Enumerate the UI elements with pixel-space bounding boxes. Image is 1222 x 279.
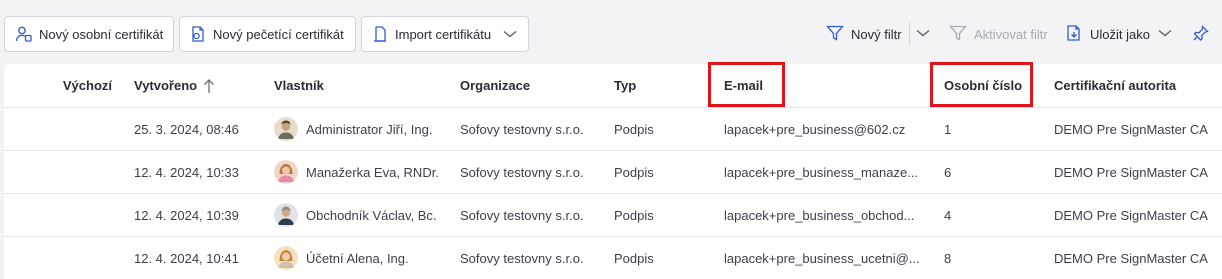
email-cell: lapacek+pre_business_ucetni@... bbox=[724, 237, 924, 279]
new-seal-certificate-label: Nový pečetící certifikát bbox=[213, 26, 344, 42]
new-filter-button[interactable]: Nový filtr bbox=[826, 22, 902, 46]
certificate-authority-cell: DEMO Pre SignMaster CA bbox=[1054, 164, 1208, 180]
email-text: lapacek+pre_business_obchod... bbox=[724, 207, 915, 223]
activate-filter-label: Aktivovat filtr bbox=[974, 26, 1048, 42]
column-header-personal-number[interactable]: Osobní číslo bbox=[944, 64, 1044, 107]
column-header-label: Organizace bbox=[460, 78, 531, 93]
table-row[interactable]: 12. 4. 2024, 10:33 Manažerka Eva, RNDr. … bbox=[4, 151, 1222, 194]
column-header-label: Osobní číslo bbox=[944, 78, 1023, 93]
funnel-icon bbox=[826, 24, 844, 45]
created-cell: 12. 4. 2024, 10:33 bbox=[134, 164, 239, 180]
organization-cell: Sofovy testovny s.r.o. bbox=[460, 164, 584, 180]
organization-cell: Sofovy testovny s.r.o. bbox=[460, 250, 584, 266]
avatar bbox=[274, 117, 298, 141]
column-header-label: Typ bbox=[614, 78, 637, 93]
chevron-down-icon bbox=[915, 25, 931, 44]
column-header-created[interactable]: Vytvořeno bbox=[134, 64, 264, 107]
pin-icon bbox=[1192, 24, 1210, 45]
owner-name: Administrator Jiří, Ing. bbox=[306, 121, 433, 137]
email-cell: lapacek+pre_business@602.cz bbox=[724, 108, 924, 150]
owner-name: Účetní Alena, Ing. bbox=[306, 250, 409, 266]
email-text: lapacek+pre_business@602.cz bbox=[724, 121, 906, 137]
pin-button[interactable] bbox=[1192, 22, 1210, 46]
column-header-email[interactable]: E-mail bbox=[724, 64, 924, 107]
column-header-label: Vlastník bbox=[274, 78, 324, 93]
certificate-authority-cell: DEMO Pre SignMaster CA bbox=[1054, 250, 1208, 266]
owner-cell: Manažerka Eva, RNDr. bbox=[274, 151, 454, 193]
type-cell: Podpis bbox=[614, 207, 654, 223]
certificates-table: Výchozí Vytvořeno Vlastník Organizace Ty… bbox=[4, 64, 1222, 279]
column-header-type[interactable]: Typ bbox=[614, 64, 704, 107]
personal-number-cell: 1 bbox=[944, 121, 952, 137]
certificate-authority-cell: DEMO Pre SignMaster CA bbox=[1054, 121, 1208, 137]
email-text: lapacek+pre_business_manaze... bbox=[724, 164, 919, 180]
import-certificate-label: Import certifikátu bbox=[395, 26, 492, 42]
column-header-label: E-mail bbox=[724, 78, 764, 93]
email-cell: lapacek+pre_business_manaze... bbox=[724, 151, 924, 193]
funnel-disabled-icon bbox=[949, 24, 967, 45]
new-filter-label: Nový filtr bbox=[851, 26, 902, 42]
personal-number-cell: 8 bbox=[944, 250, 952, 266]
activate-filter-button[interactable]: Aktivovat filtr bbox=[949, 22, 1048, 46]
column-header-owner[interactable]: Vlastník bbox=[274, 64, 454, 107]
user-certificate-icon bbox=[14, 24, 34, 44]
import-document-icon bbox=[370, 24, 390, 44]
owner-name: Manažerka Eva, RNDr. bbox=[306, 164, 439, 180]
column-header-organization[interactable]: Organizace bbox=[460, 64, 610, 107]
table-row[interactable]: 25. 3. 2024, 08:46 Administrator Jiří, I… bbox=[4, 108, 1222, 151]
avatar bbox=[274, 246, 298, 270]
new-seal-certificate-button[interactable]: Nový pečetící certifikát bbox=[179, 16, 356, 52]
table-row[interactable]: 12. 4. 2024, 10:41 Účetní Alena, Ing. So… bbox=[4, 237, 1222, 279]
avatar bbox=[274, 203, 298, 227]
column-header-label: Výchozí bbox=[62, 78, 112, 93]
email-text: lapacek+pre_business_ucetni@... bbox=[724, 250, 920, 266]
organization-cell: Sofovy testovny s.r.o. bbox=[460, 121, 584, 137]
filter-menu-toggle[interactable] bbox=[915, 22, 931, 46]
email-cell: lapacek+pre_business_obchod... bbox=[724, 194, 924, 236]
toolbar-divider bbox=[909, 22, 910, 46]
type-cell: Podpis bbox=[614, 250, 654, 266]
save-as-menu-toggle[interactable] bbox=[1157, 22, 1173, 46]
table-header: Výchozí Vytvořeno Vlastník Organizace Ty… bbox=[4, 64, 1222, 108]
type-cell: Podpis bbox=[614, 121, 654, 137]
chevron-down-icon bbox=[500, 24, 520, 44]
created-cell: 25. 3. 2024, 08:46 bbox=[134, 121, 239, 137]
sort-ascending-icon bbox=[203, 78, 215, 94]
new-personal-certificate-label: Nový osobní certifikát bbox=[39, 26, 164, 42]
import-certificate-button[interactable]: Import certifikátu bbox=[361, 16, 529, 52]
save-as-label: Uložit jako bbox=[1090, 26, 1150, 42]
chevron-down-icon bbox=[1157, 25, 1173, 44]
owner-cell: Obchodník Václav, Bc. bbox=[274, 194, 454, 236]
owner-cell: Účetní Alena, Ing. bbox=[274, 237, 454, 279]
new-personal-certificate-button[interactable]: Nový osobní certifikát bbox=[4, 16, 174, 52]
column-header-certificate-authority[interactable]: Certifikační autorita bbox=[1054, 64, 1222, 107]
column-header-default[interactable]: Výchozí bbox=[4, 64, 112, 107]
table-row[interactable]: 12. 4. 2024, 10:39 Obchodník Václav, Bc.… bbox=[4, 194, 1222, 237]
owner-cell: Administrator Jiří, Ing. bbox=[274, 108, 454, 150]
avatar bbox=[274, 160, 298, 184]
seal-document-icon bbox=[188, 24, 208, 44]
column-header-label: Vytvořeno bbox=[134, 78, 198, 93]
save-document-icon bbox=[1065, 24, 1083, 45]
organization-cell: Sofovy testovny s.r.o. bbox=[460, 207, 584, 223]
save-as-button[interactable]: Uložit jako bbox=[1065, 22, 1150, 46]
created-cell: 12. 4. 2024, 10:41 bbox=[134, 250, 239, 266]
type-cell: Podpis bbox=[614, 164, 654, 180]
personal-number-cell: 4 bbox=[944, 207, 952, 223]
certificate-authority-cell: DEMO Pre SignMaster CA bbox=[1054, 207, 1208, 223]
owner-name: Obchodník Václav, Bc. bbox=[306, 207, 437, 223]
personal-number-cell: 6 bbox=[944, 164, 952, 180]
toolbar: Nový osobní certifikát Nový pečetící cer… bbox=[0, 0, 1222, 64]
created-cell: 12. 4. 2024, 10:39 bbox=[134, 207, 239, 223]
column-header-label: Certifikační autorita bbox=[1054, 78, 1177, 93]
